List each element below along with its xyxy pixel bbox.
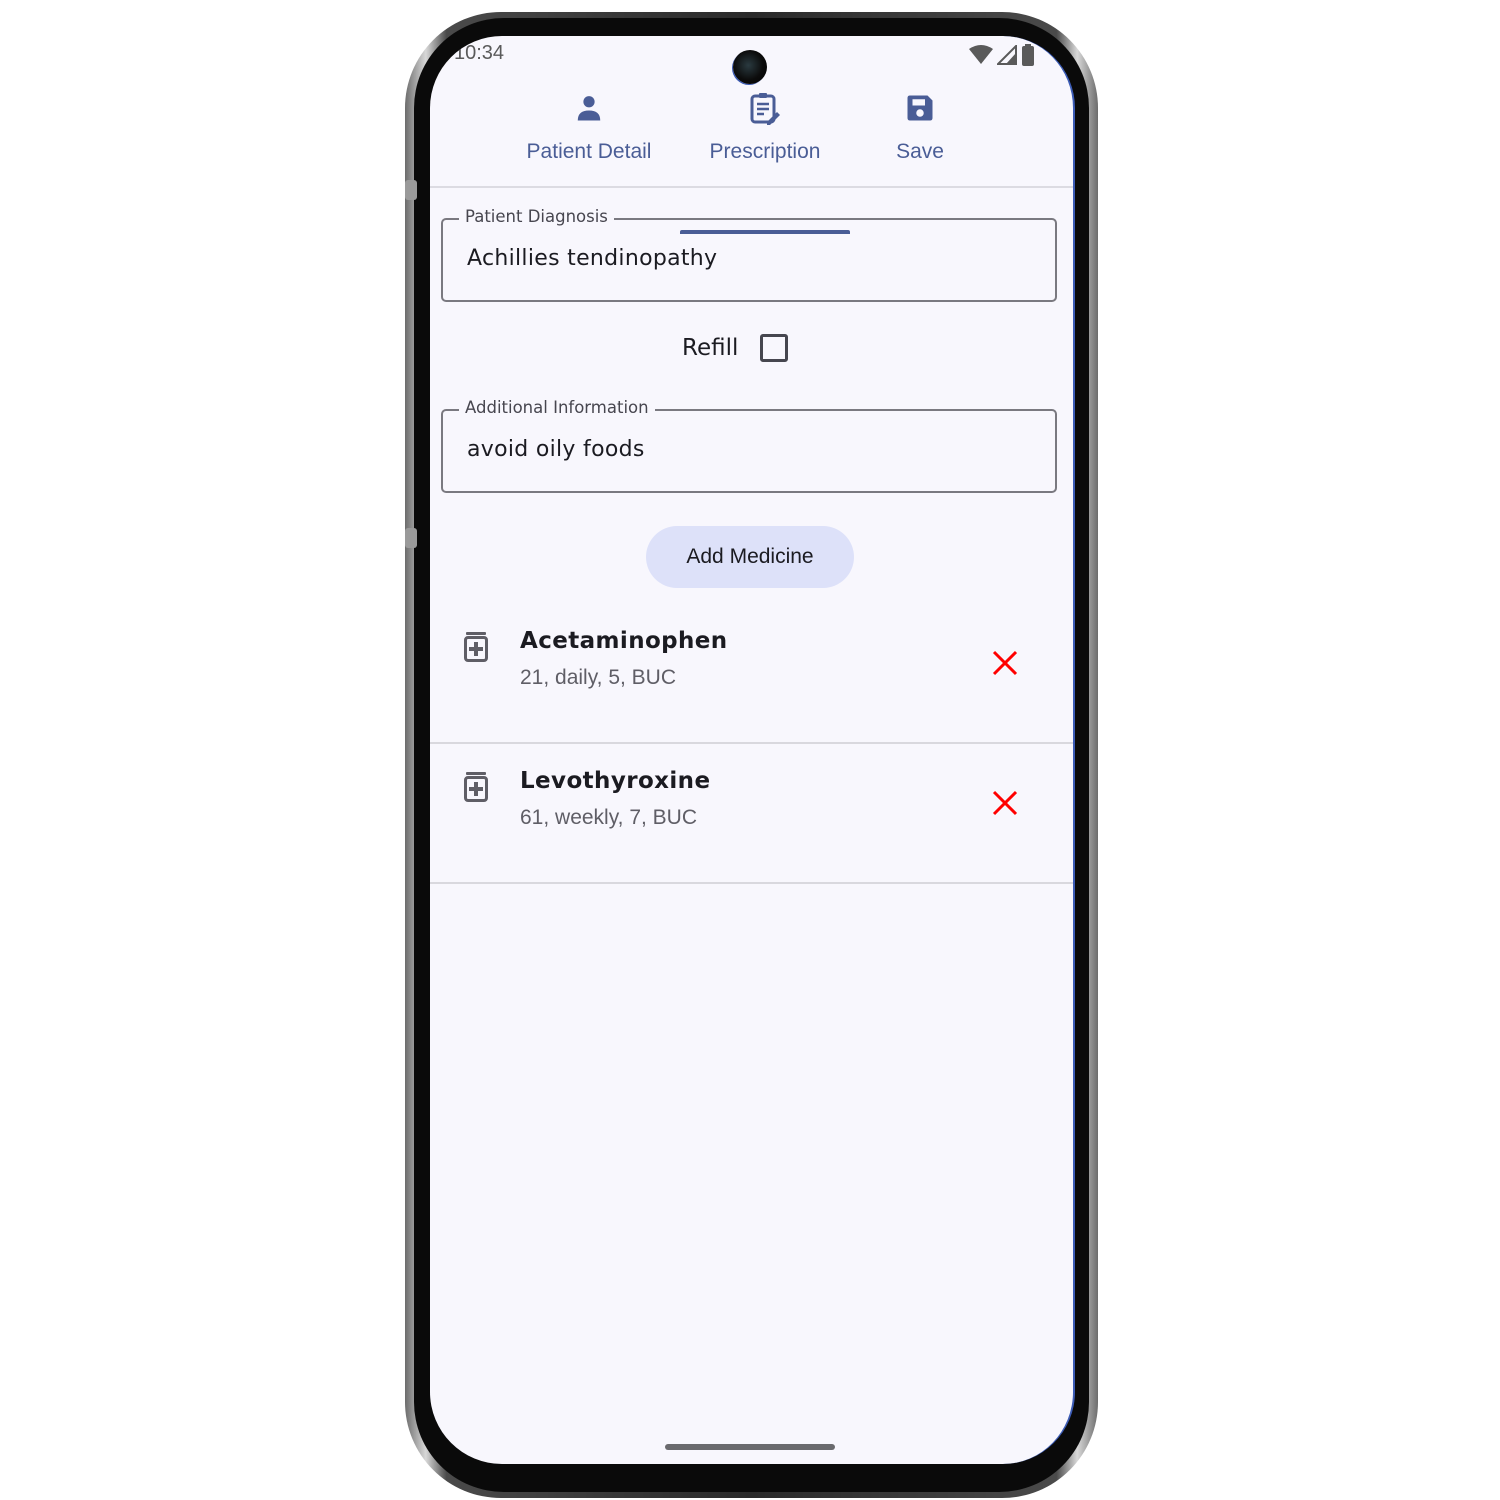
patient-diagnosis-label: Patient Diagnosis xyxy=(459,207,614,226)
delete-medicine-button[interactable] xyxy=(990,788,1020,818)
refill-row: Refill xyxy=(682,334,789,362)
refill-checkbox[interactable] xyxy=(760,334,789,362)
medication-icon xyxy=(464,772,488,802)
tab-label: Save xyxy=(896,140,944,163)
top-tab-bar: Patient Detail Prescription Save xyxy=(430,86,1073,234)
additional-information-value: avoid oily foods xyxy=(467,437,645,462)
tab-prescription[interactable]: Prescription xyxy=(695,86,835,186)
floppy-disk-icon xyxy=(907,95,933,121)
status-time: 10:34 xyxy=(454,42,505,64)
phone-side-button xyxy=(405,180,417,200)
patient-diagnosis-field[interactable]: Patient Diagnosis Achillies tendinopathy xyxy=(441,207,1057,302)
home-gesture-bar[interactable] xyxy=(665,1444,835,1450)
person-icon xyxy=(577,96,601,121)
app-screen: 10:34 Patient Detail Prescription Save P… xyxy=(430,36,1075,1464)
refill-label: Refill xyxy=(682,335,739,361)
additional-information-field[interactable]: Additional Information avoid oily foods xyxy=(441,398,1057,493)
phone-side-button xyxy=(405,528,417,548)
wifi-icon xyxy=(969,45,993,64)
medicine-list-item[interactable]: Acetaminophen 21, daily, 5, BUC xyxy=(430,602,1073,744)
medicine-name: Levothyroxine xyxy=(520,768,711,794)
status-icons xyxy=(969,44,1035,66)
medicine-name: Acetaminophen xyxy=(520,628,728,654)
front-camera xyxy=(733,50,767,84)
tab-save[interactable]: Save xyxy=(870,86,970,186)
medicine-list-item[interactable]: Levothyroxine 61, weekly, 7, BUC xyxy=(430,742,1073,884)
patient-diagnosis-value: Achillies tendinopathy xyxy=(467,246,718,271)
tab-label: Patient Detail xyxy=(526,140,652,163)
clipboard-edit-icon xyxy=(750,93,780,125)
cellular-signal-icon xyxy=(997,45,1017,65)
battery-icon xyxy=(1022,44,1034,66)
delete-medicine-button[interactable] xyxy=(990,648,1020,678)
tab-patient-detail[interactable]: Patient Detail xyxy=(519,86,659,186)
additional-information-label: Additional Information xyxy=(459,398,655,417)
medicine-detail: 61, weekly, 7, BUC xyxy=(520,806,698,829)
add-medicine-button[interactable]: Add Medicine xyxy=(646,526,854,588)
tab-label: Prescription xyxy=(709,140,821,163)
medicine-detail: 21, daily, 5, BUC xyxy=(520,666,677,689)
medication-icon xyxy=(464,632,488,662)
